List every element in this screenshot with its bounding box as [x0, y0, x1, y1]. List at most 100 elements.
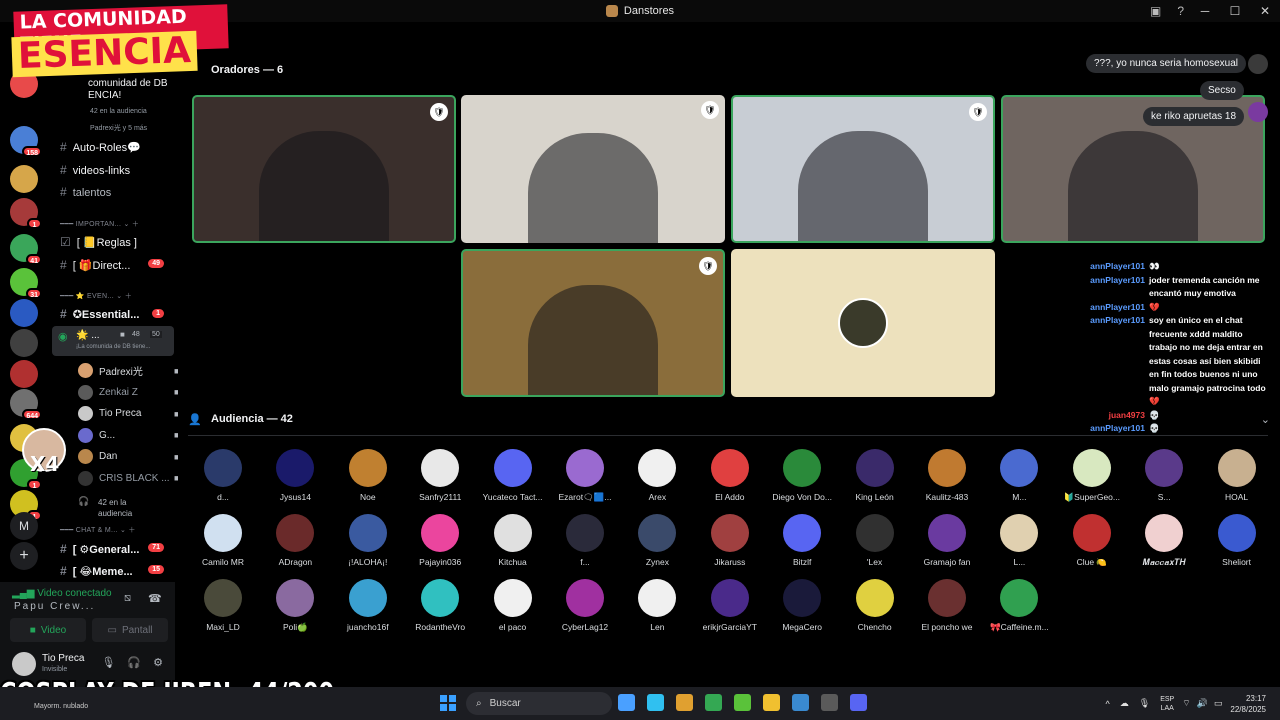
audience-member[interactable]: Pajayin036	[404, 514, 476, 567]
disconnect-icon[interactable]: ☎	[148, 592, 162, 605]
audience-member[interactable]: Kitchua	[477, 514, 549, 567]
audience-member[interactable]: Poli🍏	[259, 579, 331, 633]
microphone-icon[interactable]: 🎙	[101, 656, 115, 669]
audience-member[interactable]: Chencho	[839, 579, 911, 632]
audience-member[interactable]: Jysus14	[259, 449, 331, 502]
language-indicator[interactable]: ESP LAA	[1160, 695, 1174, 713]
audience-member[interactable]: RodantheVro	[404, 579, 476, 632]
audience-member[interactable]: Yucateco Tact...	[477, 449, 549, 502]
stage-channel-active[interactable]: ◉ 🌟 ... ■ 48 50 ¡La comunida de DB tiene…	[52, 326, 174, 356]
audience-member[interactable]: HOAL	[1201, 449, 1273, 502]
voice-user[interactable]: Zenkai Z ■	[78, 384, 178, 400]
noise-suppression-icon[interactable]: ⧅	[124, 592, 131, 605]
audience-count-row[interactable]: 🎧	[78, 496, 89, 507]
video-button[interactable]: ■ Video	[10, 618, 86, 642]
audience-member[interactable]: ADragon	[259, 514, 331, 567]
server-m[interactable]: M	[10, 512, 38, 540]
audience-member[interactable]: CyberLag12	[549, 579, 621, 632]
server-icon[interactable]: 1	[10, 198, 42, 229]
channel-auto-roles[interactable]: # Auto-Roles💬	[60, 140, 141, 154]
audience-member[interactable]: Gramajo fan	[911, 514, 983, 567]
audience-member[interactable]: d...	[187, 449, 259, 502]
audience-member[interactable]: 𝑴𝒂𝒄𝒄𝒂𝒙𝑻𝑯	[1128, 514, 1200, 568]
avatar[interactable]	[12, 652, 36, 676]
clock[interactable]: 23:17 22/8/2025	[1230, 693, 1266, 715]
channel-videos-links[interactable]: # videos-links	[60, 163, 130, 177]
settings-icon[interactable]: ⚙	[153, 656, 163, 669]
audience-member[interactable]: ¡!ALOHA¡!	[332, 514, 404, 567]
category-events[interactable]: ━━━ ⭐ EVEN... ⌄ ＋	[60, 291, 132, 301]
audience-member[interactable]: Kaulitz-483	[911, 449, 983, 502]
category-chat[interactable]: ━━━ CHAT & M... ⌄ ＋	[60, 525, 136, 535]
audience-member[interactable]: juancho16f	[332, 579, 404, 632]
audience-member[interactable]: Bitzlf	[766, 514, 838, 567]
search-box[interactable]: ⌕ Buscar	[466, 692, 612, 715]
channel-essential[interactable]: # ✪Essential...	[60, 307, 139, 321]
speaker-video-tile[interactable]: 🛡	[192, 95, 456, 243]
voice-user[interactable]: G... ■	[78, 427, 178, 443]
category-importante[interactable]: ━━━ IMPORTAN... ⌄ ＋	[60, 219, 139, 229]
taskbar-app-icon[interactable]	[705, 694, 722, 711]
channel-memes[interactable]: # [ 😂Meme...	[60, 564, 133, 578]
audience-member[interactable]: 'Lex	[839, 514, 911, 567]
server-icon[interactable]	[10, 329, 38, 357]
voice-user[interactable]: Padrexi光 ■	[78, 363, 178, 378]
microphone-icon[interactable]: 🎙	[1139, 698, 1150, 709]
windows-start-icon[interactable]	[440, 695, 456, 711]
chevron-up-icon[interactable]: ^	[1106, 699, 1110, 709]
audience-member[interactable]: 🎀Caffeine.m...	[983, 579, 1055, 633]
audience-member[interactable]: Diego Von Do...	[766, 449, 838, 502]
wifi-icon[interactable]: ⌔	[1182, 698, 1190, 709]
minimize-button[interactable]: ─	[1190, 4, 1220, 18]
audience-member[interactable]: MegaCero	[766, 579, 838, 632]
taskbar-app-icon[interactable]	[763, 694, 780, 711]
audience-member[interactable]: Clue 🍋	[1056, 514, 1128, 568]
voice-user[interactable]: Dan ■	[78, 449, 178, 464]
taskbar-app-icon[interactable]	[792, 694, 809, 711]
server-icon[interactable]	[10, 299, 38, 327]
speaker-video-tile[interactable]	[731, 249, 995, 397]
audience-member[interactable]: Sheliort	[1201, 514, 1273, 567]
audience-member[interactable]: Jikaruss	[694, 514, 766, 567]
audience-member[interactable]: King León	[839, 449, 911, 502]
speaker-video-tile[interactable]: 🛡	[461, 95, 725, 243]
channel-reglas[interactable]: ☑ [ 📒Reglas ]	[60, 235, 137, 249]
audience-member[interactable]: L...	[983, 514, 1055, 567]
screen-share-button[interactable]: ▭ Pantall	[92, 618, 168, 642]
taskbar-app-icon[interactable]	[850, 694, 867, 711]
battery-icon[interactable]: ▭	[1214, 698, 1223, 709]
voice-user[interactable]: CRIS BLACK ... ■	[78, 470, 178, 486]
audience-member[interactable]: Maxi_LD	[187, 579, 259, 632]
close-button[interactable]: ✕	[1250, 4, 1280, 18]
audience-member[interactable]: el paco	[477, 579, 549, 632]
channel-general[interactable]: # [ ⚙General...	[60, 542, 139, 556]
audience-member[interactable]: Ezarot🗨🟦...	[549, 449, 621, 503]
help-icon[interactable]: ?	[1177, 4, 1184, 18]
server-icon[interactable]	[10, 165, 38, 193]
server-icon[interactable]: 31	[10, 268, 42, 299]
taskbar-app-icon[interactable]	[647, 694, 664, 711]
audience-member[interactable]: Arex	[621, 449, 693, 502]
audience-member[interactable]: Noe	[332, 449, 404, 502]
voice-user[interactable]: Tio Preca ■	[78, 406, 178, 421]
audience-member[interactable]: Camilo MR	[187, 514, 259, 567]
audience-member[interactable]: 🔰SuperGeo...	[1056, 449, 1128, 503]
cloud-icon[interactable]: ☁	[1120, 698, 1129, 709]
audience-member[interactable]: Len	[621, 579, 693, 632]
taskbar-app-icon[interactable]	[821, 694, 838, 711]
server-icon[interactable]: 158	[10, 126, 42, 157]
audience-member[interactable]: Sanfry2111	[404, 449, 476, 502]
inbox-icon[interactable]: ▣	[1150, 4, 1161, 18]
server-icon[interactable]	[10, 360, 38, 388]
taskbar-app-icon[interactable]	[618, 694, 635, 711]
server-icon[interactable]: 41	[10, 234, 42, 265]
channel-direct[interactable]: # [ 🎁Direct...	[60, 258, 130, 272]
speaker-video-tile[interactable]: 🛡	[731, 95, 995, 243]
add-server-button[interactable]: +	[10, 542, 38, 570]
maximize-button[interactable]: ☐	[1220, 4, 1250, 18]
audience-member[interactable]: Zynex	[621, 514, 693, 567]
audience-member[interactable]: El poncho we	[911, 579, 983, 632]
taskbar-app-icon[interactable]	[676, 694, 693, 711]
audience-member[interactable]: El Addo	[694, 449, 766, 502]
volume-icon[interactable]: 🔊	[1197, 698, 1208, 709]
